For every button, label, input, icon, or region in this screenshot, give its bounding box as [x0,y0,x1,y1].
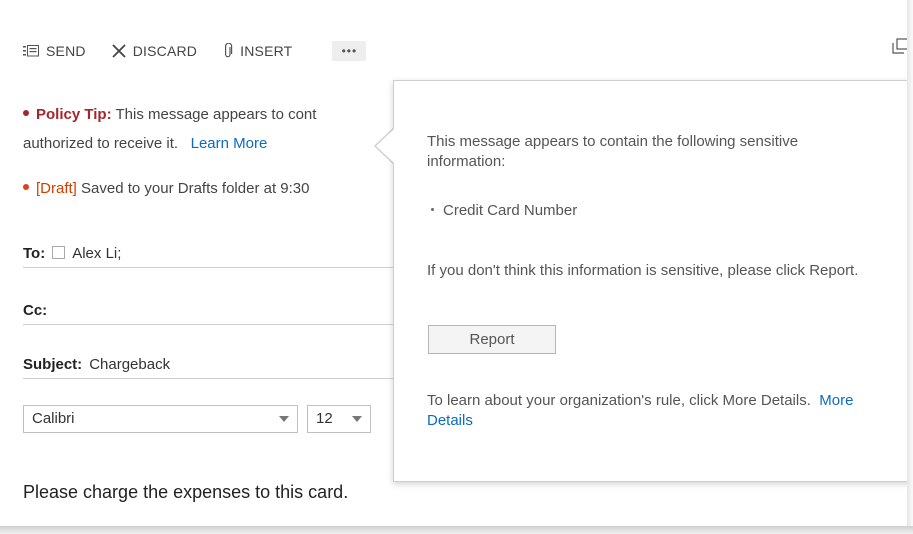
popup-pointer-inner [376,129,394,163]
subject-value[interactable]: Chargeback [89,356,170,373]
popup-intro: This message appears to contain the foll… [427,133,799,170]
subject-field[interactable]: Subject: Chargeback [23,356,403,379]
learn-more-link[interactable]: Learn More [191,135,268,152]
draft-bullet-icon [23,184,29,191]
cc-label: Cc: [23,302,48,319]
to-field[interactable]: To: Alex Li; [23,245,403,268]
draft-label: [Draft] [36,180,77,197]
chevron-down-icon [279,416,289,422]
compose-window: SEND DISCARD INSERT ••• Policy Tip: This… [0,0,913,528]
more-label: ••• [341,44,358,58]
discard-button[interactable]: DISCARD [112,43,197,59]
discard-label: DISCARD [132,43,198,59]
to-label: To: [23,245,46,262]
sensitive-info-label: Credit Card Number [443,202,578,219]
send-button[interactable]: SEND [23,43,86,59]
close-icon [112,44,126,58]
message-body[interactable]: Please charge the expenses to this card. [23,482,348,503]
message-body-text: Please charge the expenses to this card. [23,482,349,502]
popup-description: If you don't think this information is s… [427,262,859,279]
sensitive-info-item: Credit Card Number [427,201,577,221]
more-options-button[interactable]: ••• [332,41,367,61]
window-shadow-bottom [0,526,913,534]
paperclip-icon [225,43,233,58]
policy-tip-line2: authorized to receive it. Learn More [23,135,267,152]
font-size-value: 12 [316,410,333,427]
popup-rule-label: To learn about your organization's rule,… [427,392,811,409]
list-bullet-icon [431,207,434,211]
font-size-select[interactable]: 12 [307,405,371,433]
draft-text: Saved to your Drafts folder at 9:30 [81,180,310,197]
policy-tip: Policy Tip: This message appears to cont [23,106,316,123]
insert-button[interactable]: INSERT [223,43,292,59]
to-recipient[interactable]: Alex Li; [72,245,121,262]
send-icon [23,45,39,57]
policy-bullet-icon [23,110,29,117]
popup-rule-text: To learn about your organization's rule,… [427,391,887,431]
insert-label: INSERT [240,43,293,59]
policy-tip-label: Policy Tip: [36,106,112,123]
subject-label: Subject: [23,356,83,373]
policy-tip-popup: This message appears to contain the foll… [393,80,912,482]
compose-toolbar: SEND DISCARD INSERT ••• [23,41,367,61]
font-family-value: Calibri [32,410,75,427]
chevron-down-icon [352,416,362,422]
send-label: SEND [46,43,86,59]
cc-field[interactable]: Cc: [23,302,403,325]
font-family-select[interactable]: Calibri [23,405,298,433]
report-button[interactable]: Report [428,325,556,354]
window-shadow-right [907,0,913,530]
draft-notice: [Draft] Saved to your Drafts folder at 9… [23,180,309,197]
policy-tip-text: This message appears to cont [115,106,317,123]
recipient-checkbox[interactable] [52,245,66,259]
policy-tip-line2-text: authorized to receive it. [23,135,179,152]
